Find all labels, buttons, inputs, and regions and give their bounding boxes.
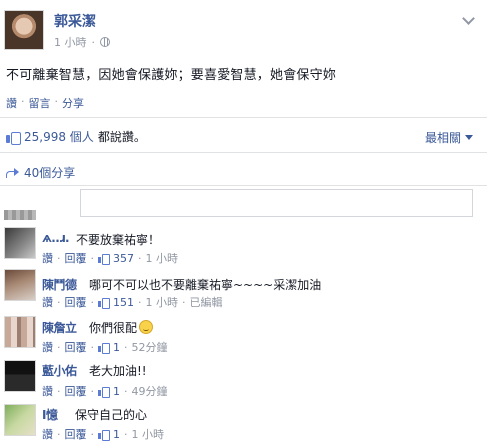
comment-text: 老大加油!! [89,364,147,378]
post-time[interactable]: 1 小時 [54,34,87,50]
comment-actions: 讚 · 回覆 · 1 · 52分鐘 [42,339,168,355]
like-link[interactable]: 讚 [6,95,17,111]
avatar [4,210,36,220]
separator-dot: · [90,340,95,354]
comment-like-count[interactable]: 1 [113,385,120,398]
like-link[interactable]: 讚 [42,339,53,355]
comment-actions: 讚 · 回覆 · 1 · 1 小時 [42,426,164,441]
thumbs-up-icon [6,130,21,145]
author-avatar[interactable] [4,10,44,50]
like-link[interactable]: 讚 [42,250,53,266]
reply-link[interactable]: 回覆 [65,339,87,355]
commenter-name[interactable]: ѧ‥ɹ. [42,231,70,245]
meta-dot: · [91,35,96,49]
caret-down-icon [465,135,473,140]
likes-summary: 25,998 個人 都說讚。 [6,128,146,145]
sort-label: 最相關 [424,131,461,145]
separator-dot: · [138,295,142,309]
comment-text: 不要放棄祐寧！ [76,233,161,247]
thumbs-up-icon [98,297,110,309]
comment-actions: 讚 · 回覆 · 1 · 49分鐘 [42,383,168,399]
comment-actions: 讚 · 回覆 · 357 · 1 小時 [42,250,178,266]
like-link[interactable]: 讚 [42,426,53,441]
separator-dot: · [182,295,186,309]
separator-dot: · [57,384,61,398]
separator-dot: · [90,384,95,398]
reply-link[interactable]: 回覆 [65,294,87,310]
comment-item: I憶 保守自己的心 讚 · 回覆 · 1 · 1 小時 [0,402,487,441]
globe-icon [100,37,110,47]
separator-dot: · [124,384,128,398]
comment-text-row: 你們很配 [89,319,154,336]
thumbs-up-icon [98,429,110,441]
chevron-down-icon[interactable] [462,12,475,25]
comment-text: 你們很配 [89,321,138,335]
separator-dot: · [54,95,59,108]
comment-like-count[interactable]: 151 [113,296,134,309]
commenter-avatar[interactable] [4,227,36,259]
thumbs-up-icon [98,342,110,354]
separator-dot: · [124,427,128,441]
commenter-name[interactable]: I憶 [42,406,58,423]
post-meta: 1 小時 · [54,34,110,50]
commenter-name[interactable]: 藍小佑 [42,362,77,379]
post-text: 不可離棄智慧，因她會保護妳；要喜愛智慧，她會保守妳 [6,68,337,83]
comment-actions: 讚 · 回覆 · 151 · 1 小時 · 已編輯 [42,294,223,310]
separator-dot: · [57,251,61,265]
share-arrow-icon [6,167,20,178]
comment-input[interactable] [80,189,473,217]
comment-like-count[interactable]: 357 [113,252,134,265]
comment-link[interactable]: 留言 [29,95,51,111]
smiley-icon [139,320,154,334]
commenter-name[interactable]: 陳鬥德 [42,276,77,293]
likes-count[interactable]: 25,998 個人 [24,128,94,145]
thumbs-up-icon [98,253,110,265]
comment-item: 藍小佑 老大加油!! 讚 · 回覆 · 1 · 49分鐘 [0,358,487,398]
commenter-avatar[interactable] [4,404,36,436]
separator-dot: · [57,427,61,441]
comment-time[interactable]: 1 小時 [146,294,179,310]
comment-time[interactable]: 1 小時 [132,426,165,441]
thumbs-up-icon [98,386,110,398]
like-link[interactable]: 讚 [42,383,53,399]
commenter-avatar[interactable] [4,316,36,348]
comment-text: 哪可不可以也不要離棄祐寧~~~~采潔加油 [89,278,322,292]
separator-dot: · [138,251,142,265]
commenter-avatar[interactable] [4,269,36,301]
like-link[interactable]: 讚 [42,294,53,310]
edited-label[interactable]: 已編輯 [190,294,223,310]
separator-dot: · [90,427,95,441]
comment-item: ѧ‥ɹ. 不要放棄祐寧！ 讚 · 回覆 · 357 · 1 小時 [0,226,487,266]
share-link[interactable]: 分享 [62,95,84,111]
separator-dot: · [21,95,25,108]
divider [0,152,487,153]
likes-suffix: 都說讚。 [97,130,146,144]
reply-link[interactable]: 回覆 [65,426,87,441]
post-header: 郭采潔 1 小時 · [0,0,487,60]
comment-like-count[interactable]: 1 [113,341,120,354]
separator-dot: · [57,295,61,309]
shares-count: 40個分享 [24,166,76,180]
comment-text: 保守自己的心 [75,408,148,422]
separator-dot: · [90,295,95,309]
commenter-avatar[interactable] [4,360,36,392]
comment-time[interactable]: 1 小時 [146,250,179,266]
divider [0,117,487,118]
separator-dot: · [90,251,95,265]
comment-sort-dropdown[interactable]: 最相關 [425,129,473,146]
comment-time[interactable]: 49分鐘 [132,383,168,399]
post-action-row: 讚 · 留言 · 分享 [6,95,84,111]
comment-like-count[interactable]: 1 [113,428,120,441]
commenter-name[interactable]: 陳詹立 [42,319,77,336]
comment-item: 陳鬥德 哪可不可以也不要離棄祐寧~~~~采潔加油 讚 · 回覆 · 151 · … [0,269,487,309]
author-name[interactable]: 郭采潔 [54,11,96,31]
shares-summary[interactable]: 40個分享 [6,164,75,181]
divider [0,185,487,186]
separator-dot: · [124,340,128,354]
comment-time[interactable]: 52分鐘 [132,339,168,355]
separator-dot: · [57,340,61,354]
comment-item: 陳詹立 你們很配 讚 · 回覆 · 1 · 52分鐘 [0,313,487,355]
reply-link[interactable]: 回覆 [65,383,87,399]
reply-link[interactable]: 回覆 [65,250,87,266]
